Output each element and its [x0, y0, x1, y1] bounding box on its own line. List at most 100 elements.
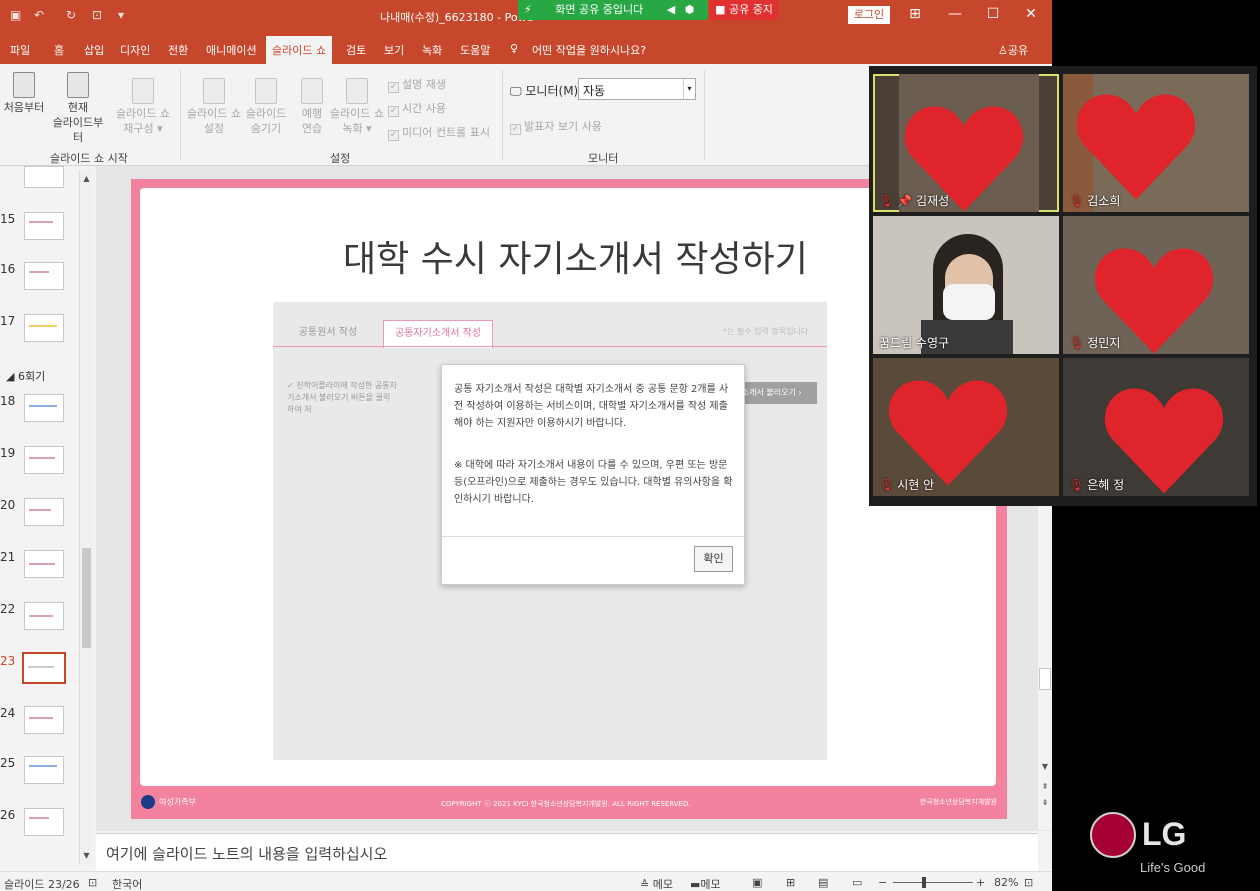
share-button[interactable]: ♙공유 — [998, 42, 1028, 58]
maximize-icon[interactable]: ☐ — [978, 6, 1008, 22]
stop-share-button[interactable]: ■ 공유 중지 — [710, 0, 778, 20]
language-indicator[interactable]: 한국어 — [112, 876, 142, 891]
ministry-logo: 여성가족부 — [141, 795, 196, 809]
undo-icon[interactable]: ↶ — [34, 8, 44, 22]
slide-thumbnail[interactable] — [24, 314, 64, 342]
group-label-start: 슬라이드 쇼 시작 — [50, 152, 128, 165]
scroll-up-icon[interactable]: ▲ — [80, 172, 93, 186]
customize-qa-icon[interactable]: ▾ — [118, 8, 124, 22]
section-header[interactable]: ◢ 6회기 — [6, 368, 45, 384]
participant-tile[interactable]: 🎙 시현 안 — [873, 358, 1059, 496]
participant-tile[interactable]: 🎙 정민지 — [1063, 216, 1249, 354]
divider — [442, 536, 744, 537]
redo-icon[interactable]: ↻ — [66, 8, 76, 22]
hide-slide-button[interactable]: 슬라이드 숨기기 — [244, 78, 288, 136]
zoom-slider[interactable] — [893, 882, 973, 883]
participant-name: 🎙 은혜 정 — [1069, 478, 1125, 492]
sound-icon[interactable]: ◀ — [667, 3, 675, 16]
scrollbar-thumb[interactable] — [82, 548, 91, 648]
slide-thumbnail[interactable] — [24, 756, 64, 784]
tab-view[interactable]: 보기 — [384, 42, 404, 58]
presenter-view-checkbox[interactable]: ✓ 발표자 보기 사용 — [510, 118, 602, 135]
slide-thumbnail[interactable] — [24, 212, 64, 240]
slide-sorter-icon[interactable]: ⊞ — [786, 876, 795, 889]
next-slide-icon[interactable]: ⇟ — [1038, 798, 1052, 807]
zoom-out-icon[interactable]: − — [878, 876, 887, 889]
participant-name: 🎙 정민지 — [1069, 336, 1121, 350]
tab-design[interactable]: 디자인 — [120, 42, 150, 58]
normal-view-icon[interactable]: ▣ — [752, 876, 762, 889]
scrollbar-thumb[interactable] — [1039, 668, 1051, 690]
login-button[interactable]: 로그인 — [848, 6, 890, 24]
fit-slide-icon[interactable]: ⊡ — [1024, 876, 1033, 889]
divider — [704, 70, 705, 160]
thumbnails-scrollbar[interactable]: ▲ ▼ — [79, 170, 93, 865]
tab-insert[interactable]: 삽입 — [84, 42, 104, 58]
record-slideshow-button[interactable]: 슬라이드 쇼 녹화 ▾ — [326, 78, 388, 136]
timings-checkbox[interactable]: ✓ 시간 사용 — [388, 100, 446, 117]
slide-number: 21 — [0, 550, 16, 564]
from-current-button[interactable]: 현재 슬라이드부터 — [48, 72, 108, 145]
scroll-down-icon[interactable]: ▼ — [1038, 762, 1052, 771]
tab-file[interactable]: 파일 — [10, 42, 30, 58]
slide-thumbnail-selected[interactable] — [22, 652, 66, 684]
slide-thumbnail[interactable] — [24, 550, 64, 578]
notice-dialog: 공통 자기소개서 작성은 대학별 자기소개서 중 공통 문항 2개를 사전 작성… — [441, 364, 745, 585]
media-controls-checkbox[interactable]: ✓ 미디어 컨트롤 표시 — [388, 124, 490, 141]
monitor-select[interactable]: 자동 ▾ — [578, 78, 696, 100]
slideshow-view-icon[interactable]: ▭ — [852, 876, 862, 889]
slide-number: 16 — [0, 262, 16, 276]
participant-tile[interactable]: 꿈드림 수영구 — [873, 216, 1059, 354]
tab-slideshow[interactable]: 슬라이드 쇼 — [266, 36, 333, 64]
divider — [502, 70, 503, 160]
participant-tile[interactable]: 🎙 은혜 정 — [1063, 358, 1249, 496]
participant-tile[interactable]: 🎙 📌 김재성 — [873, 74, 1059, 212]
save-icon[interactable]: ▣ — [10, 8, 21, 22]
custom-slideshow-button[interactable]: 슬라이드 쇼 재구성 ▾ — [112, 78, 174, 136]
tab-review[interactable]: 검토 — [346, 42, 366, 58]
notes-pane[interactable]: 여기에 슬라이드 노트의 내용을 입력하십시오 — [96, 833, 1038, 871]
presentation-icon[interactable]: ⊡ — [92, 8, 102, 22]
tab-help[interactable]: 도움말 — [460, 42, 490, 58]
comments-toggle[interactable]: ▬메모 — [690, 876, 721, 891]
notes-toggle[interactable]: ≙ 메모 — [640, 876, 673, 891]
spellcheck-icon[interactable]: ⊡ — [88, 876, 97, 889]
slide-thumbnail[interactable] — [24, 706, 64, 734]
slide-thumbnail[interactable] — [24, 262, 64, 290]
reading-view-icon[interactable]: ▤ — [818, 876, 828, 889]
tab-transitions[interactable]: 전환 — [168, 42, 188, 58]
from-start-button[interactable]: 처음부터 — [2, 72, 46, 115]
participant-tile[interactable]: 🎙 김소희 — [1063, 74, 1249, 212]
ok-button[interactable]: 확인 — [694, 546, 733, 572]
tell-me-search[interactable]: 어떤 작업을 원하시나요? — [532, 42, 646, 58]
setup-slideshow-button[interactable]: 슬라이드 쇼 설정 — [184, 78, 244, 136]
zoom-in-icon[interactable]: + — [976, 876, 985, 889]
muted-mic-icon: 🎙 — [1069, 478, 1085, 492]
tab-animations[interactable]: 애니메이션 — [206, 42, 257, 58]
slide-thumbnail[interactable] — [24, 394, 64, 422]
slide-thumbnail[interactable] — [24, 808, 64, 836]
zoom-slider-handle[interactable] — [922, 877, 926, 888]
minimize-icon[interactable]: — — [940, 6, 970, 22]
zoom-level[interactable]: 82% — [994, 876, 1018, 889]
shield-icon[interactable]: ⬢ — [685, 3, 695, 16]
slide-thumbnail[interactable] — [24, 498, 64, 526]
close-icon[interactable]: ✕ — [1016, 6, 1046, 22]
scroll-down-icon[interactable]: ▼ — [80, 849, 93, 863]
share-status-text: 화면 공유 중입니다 — [555, 3, 644, 16]
narration-checkbox[interactable]: ✓ 설명 재생 — [388, 76, 446, 93]
tab-home[interactable]: 홈 — [54, 42, 64, 58]
heart-sticker-icon — [888, 380, 1008, 486]
slide-thumbnail[interactable] — [24, 602, 64, 630]
slideshow-start-icon — [13, 72, 35, 98]
slide-title[interactable]: 대학 수시 자기소개서 작성하기 — [343, 230, 843, 282]
tab-recording[interactable]: 녹화 — [422, 42, 442, 58]
screen: ▣ ↶ ↻ ⊡ ▾ 나내매(수정)_6623180 - Powe ⚡ 화면 공유… — [0, 0, 1260, 891]
ribbon-display-icon[interactable]: ⊞ — [900, 6, 930, 22]
slide-thumbnail[interactable] — [24, 166, 64, 188]
slide-thumbnail[interactable] — [24, 446, 64, 474]
slide-number: 18 — [0, 394, 16, 408]
rehearse-button[interactable]: 예행 연습 — [294, 78, 330, 136]
prev-slide-icon[interactable]: ⇞ — [1038, 782, 1052, 791]
muted-mic-icon: 🎙 — [1069, 194, 1085, 208]
